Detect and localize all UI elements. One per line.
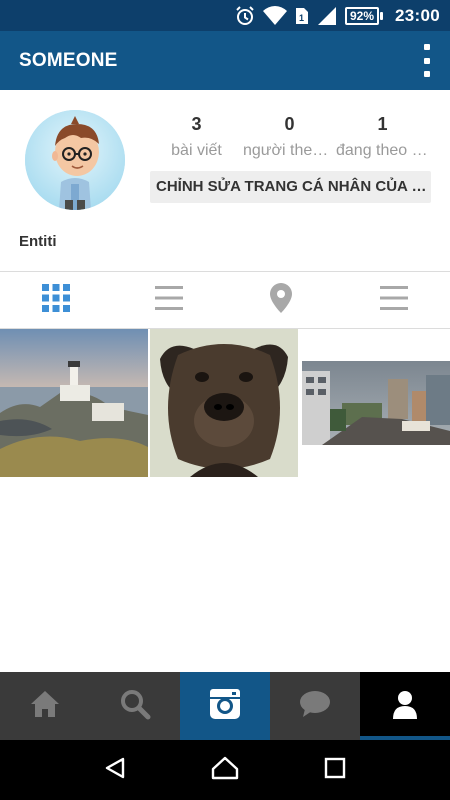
username: Entiti [19, 233, 57, 250]
bottom-nav [0, 672, 450, 740]
clock: 23:00 [395, 5, 440, 25]
sim-icon: 1 [295, 7, 309, 25]
svg-text:1: 1 [299, 13, 304, 23]
nav-camera[interactable] [180, 672, 270, 740]
profile-header: 3 bài viết 0 người theo dõi 1 đang theo … [0, 90, 450, 271]
avatar[interactable] [25, 110, 125, 210]
search-icon [119, 688, 151, 725]
system-nav-bar [0, 740, 450, 800]
wifi-icon [262, 5, 287, 26]
camera-icon [208, 687, 242, 726]
nav-profile[interactable] [360, 672, 450, 740]
tab-grid[interactable] [0, 272, 113, 328]
back-button[interactable] [85, 740, 145, 800]
profile-icon [392, 689, 418, 724]
profile-stats: 3 bài viết 0 người theo dõi 1 đang theo … [150, 114, 430, 160]
location-pin-icon [270, 282, 293, 318]
tab-location[interactable] [225, 272, 338, 328]
following-stat[interactable]: 1 đang theo dõi [336, 114, 429, 160]
followers-label: người theo dõi [243, 142, 336, 159]
posts-label: bài viết [171, 142, 222, 159]
home-outline-icon [211, 756, 239, 785]
home-button[interactable] [195, 740, 255, 800]
list-view-icon [154, 284, 183, 317]
page-title: SOMEONE [19, 50, 118, 71]
signal-icon [317, 6, 337, 26]
tab-tagged[interactable] [338, 272, 450, 328]
battery-icon: 92% [344, 6, 384, 25]
followers-stat[interactable]: 0 người theo dõi [243, 114, 336, 160]
activity-icon [299, 689, 331, 724]
tab-list[interactable] [113, 272, 226, 328]
followers-count: 0 [284, 114, 295, 134]
back-icon [103, 756, 127, 785]
dog-photo[interactable] [150, 329, 298, 477]
edit-profile-button[interactable]: CHỈNH SỬA TRANG CÁ NHÂN CỦA BẠN [150, 171, 431, 203]
recents-button[interactable] [305, 740, 365, 800]
battery-level: 92% [344, 6, 380, 25]
lighthouse-photo[interactable] [0, 329, 148, 477]
posts-stat[interactable]: 3 bài viết [150, 114, 243, 160]
view-tabs [0, 271, 450, 329]
alarm-icon [235, 5, 255, 26]
status-bar: 1 92% 23:00 [0, 0, 450, 31]
recents-icon [324, 757, 346, 784]
grid-view-icon [42, 283, 71, 317]
nav-search[interactable] [90, 672, 180, 740]
nav-home[interactable] [0, 672, 90, 740]
posts-count: 3 [191, 114, 202, 134]
app-bar: SOMEONE [0, 31, 450, 90]
overflow-menu-icon[interactable] [422, 44, 432, 77]
tagged-list-icon [379, 284, 408, 317]
home-icon [29, 689, 61, 724]
nav-activity[interactable] [270, 672, 360, 740]
following-count: 1 [377, 114, 388, 134]
city-street-photo[interactable] [302, 361, 450, 445]
following-label: đang theo dõi [336, 142, 429, 159]
